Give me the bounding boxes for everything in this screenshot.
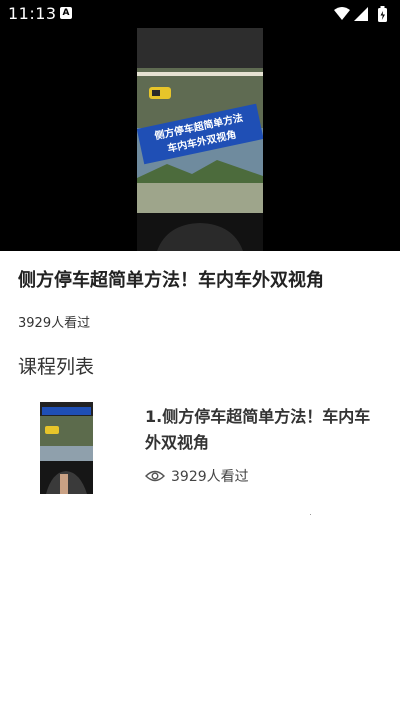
course-title: 侧方停车超简单方法！车内车外双视角	[18, 270, 324, 291]
video-frame[interactable]: 侧方停车超简单方法 车内车外双视角	[137, 28, 263, 251]
course-item-view-count: 3929人看过	[171, 469, 249, 485]
course-item-title[interactable]: 1.侧方停车超简单方法！车内车外双视角	[145, 404, 385, 456]
status-icons	[334, 6, 387, 22]
video-player[interactable]: 侧方停车超简单方法 车内车外双视角	[0, 28, 400, 251]
wifi-icon	[334, 7, 350, 20]
status-bar: 11:13 A	[0, 0, 400, 28]
signal-icon	[354, 7, 368, 21]
eye-icon	[145, 470, 165, 482]
course-view-count: 3929人看过	[18, 316, 91, 331]
section-title: 课程列表	[18, 356, 95, 378]
course-item-views: 3929人看过	[145, 466, 249, 486]
status-time: 11:13	[8, 4, 57, 23]
course-thumbnail	[40, 402, 93, 494]
course-list-item[interactable]: 1.侧方停车超简单方法！车内车外双视角 3929人看过	[0, 394, 400, 502]
battery-icon	[378, 6, 387, 22]
divider-dot	[310, 514, 311, 515]
video-thumbnail: 侧方停车超简单方法 车内车外双视角	[137, 28, 263, 251]
notification-icon: A	[60, 7, 72, 19]
